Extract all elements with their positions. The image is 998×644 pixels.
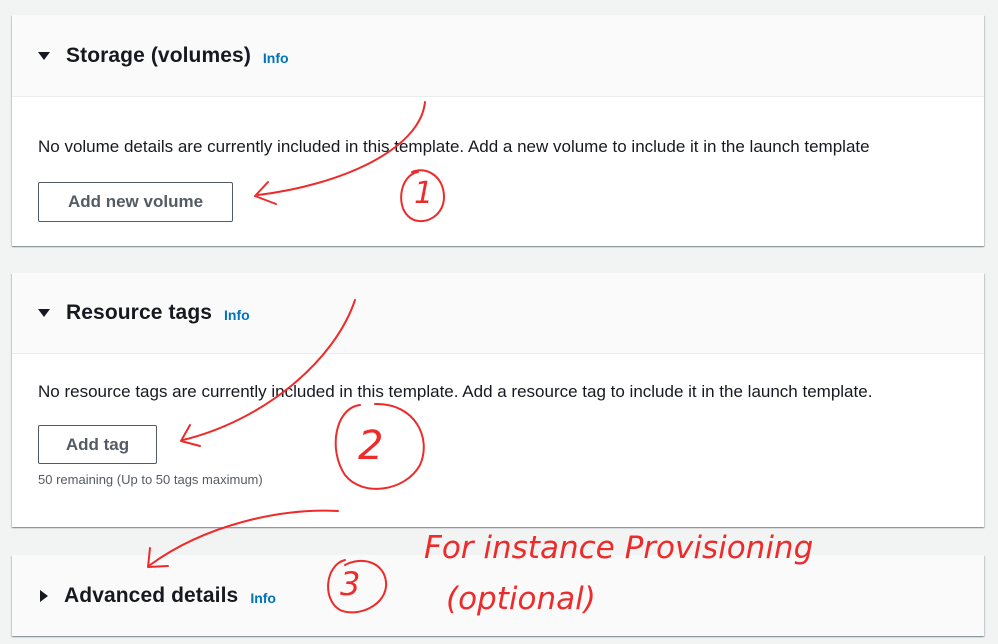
add-new-volume-button[interactable]: Add new volume bbox=[38, 182, 233, 222]
storage-description: No volume details are currently included… bbox=[38, 137, 870, 156]
resource-tags-panel-title: Resource tags bbox=[66, 301, 213, 324]
storage-panel: Storage (volumes) Info No volume details… bbox=[12, 15, 984, 246]
annotation-step-2: 2 bbox=[358, 423, 384, 469]
resource-tags-panel-header[interactable]: Resource tags Info bbox=[12, 273, 984, 354]
storage-panel-header[interactable]: Storage (volumes) Info bbox=[12, 15, 984, 97]
caret-down-icon[interactable] bbox=[38, 309, 50, 317]
resource-tags-panel: Resource tags Info No resource tags are … bbox=[12, 273, 984, 527]
resource-tags-panel-body: No resource tags are currently included … bbox=[12, 354, 984, 527]
caret-down-icon[interactable] bbox=[38, 51, 50, 60]
advanced-details-info-link[interactable]: Info bbox=[250, 590, 276, 606]
annotation-step-1: 1 bbox=[414, 176, 434, 211]
storage-panel-body: No volume details are currently included… bbox=[12, 97, 984, 246]
advanced-details-panel-title: Advanced details bbox=[64, 583, 239, 607]
storage-panel-title: Storage (volumes) bbox=[66, 43, 251, 67]
annotation-step-3: 3 bbox=[340, 565, 361, 603]
annotation-note-line-2: (optional) bbox=[446, 581, 596, 617]
storage-info-link[interactable]: Info bbox=[263, 50, 289, 66]
annotation-note-line-1: For instance Provisioning bbox=[424, 530, 814, 566]
tags-remaining-hint: 50 remaining (Up to 50 tags maximum) bbox=[38, 472, 263, 487]
resource-tags-info-link[interactable]: Info bbox=[224, 307, 250, 323]
resource-tags-description: No resource tags are currently included … bbox=[38, 382, 873, 401]
add-tag-button[interactable]: Add tag bbox=[38, 425, 157, 464]
caret-right-icon[interactable] bbox=[40, 589, 48, 602]
